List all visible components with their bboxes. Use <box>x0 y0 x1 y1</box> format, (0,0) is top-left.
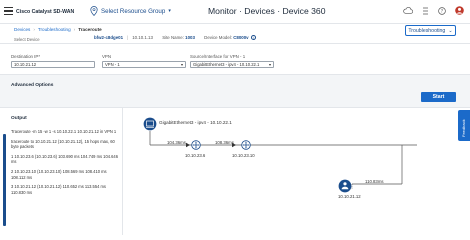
info-icon[interactable]: i <box>250 35 256 41</box>
chevron-down-icon: ▾ <box>180 62 183 67</box>
tasks-icon[interactable] <box>422 7 429 15</box>
advanced-options-panel: Advanced Options Start <box>0 74 470 108</box>
output-panel: Output Traceroute -m 15 -w 1 -s 10.10.22… <box>0 108 123 235</box>
device-info: bfw2-c8dge01 | 10.10.1.13 Site Name: 1003 … <box>94 35 256 41</box>
hop1-latency: 104.36ms <box>167 140 186 145</box>
site-value: 1003 <box>185 35 195 40</box>
select-device-label[interactable]: Select Device <box>14 37 40 42</box>
topology-canvas <box>143 117 417 193</box>
resource-group-selector[interactable]: Select Resource Group ▾ <box>90 6 171 16</box>
chevron-down-icon: ▾ <box>168 8 171 14</box>
user-avatar-icon[interactable] <box>455 6 464 15</box>
cloud-icon[interactable] <box>403 7 413 14</box>
troubleshooting-button[interactable]: Troubleshooting ⌄ <box>405 25 456 36</box>
feedback-label: Feedback <box>461 119 466 137</box>
info-separator <box>157 35 158 40</box>
hop2-ip: 10.10.23.10 <box>232 153 255 158</box>
info-separator: | <box>127 35 129 40</box>
site-label: Site Name: <box>162 35 184 40</box>
output-line: 3 10.10.21.12 (10.10.21.12) 110.652 ms 1… <box>11 184 106 195</box>
breadcrumb-devices[interactable]: Devices <box>14 27 30 32</box>
traceroute-form: Destination IP* 10.10.21.12 VPN VPN - 1 ▾… <box>0 46 470 74</box>
output-line: 2 10.10.23.10 (10.10.23.10) 108.569 ms 1… <box>11 168 107 180</box>
output-text: Traceroute -m 15 -w 1 -s 10.10.22.1 10.1… <box>11 129 118 199</box>
output-title: Output <box>11 116 27 121</box>
device-strip: Devices › Troubleshooting › Traceroute Selec… <box>0 24 470 44</box>
destination-ip: 10.10.21.12 <box>338 194 361 199</box>
output-line: traceroute to 10.10.21.12 (10.10.21.12),… <box>11 138 115 150</box>
model-value: C8000v <box>233 35 249 40</box>
top-icons: ? <box>403 6 464 15</box>
source-interface-label: Source/Interface for VPN - 1 <box>190 54 246 59</box>
destination-host-icon[interactable] <box>338 179 352 193</box>
source-interface-node-label: GigabitEthernet3 - ipv4 - 10.10.22.1 <box>159 120 232 125</box>
hop2-latency: 108.36ms <box>215 140 234 145</box>
model-label: Device Model: <box>204 35 232 40</box>
chevron-down-icon: ▾ <box>268 62 271 67</box>
info-separator <box>199 35 200 40</box>
source-interface-select[interactable]: GigabitEthernet3 - ipv4 - 10.10.22.1 ▾ <box>190 61 274 68</box>
destination-input[interactable]: 10.10.21.12 <box>11 61 95 68</box>
chevron-down-icon: ⌄ <box>448 27 453 34</box>
source-interface-value: GigabitEthernet3 - ipv4 - 10.10.22.1 <box>193 62 260 67</box>
output-line: 1 10.10.23.6 (10.10.23.6) 103.690 ms 104… <box>11 153 118 165</box>
brand-name: Cisco Catalyst SD-WAN <box>16 9 75 15</box>
help-icon[interactable]: ? <box>438 6 446 15</box>
vpn-select[interactable]: VPN - 1 ▾ <box>102 61 186 68</box>
advanced-options-title[interactable]: Advanced Options <box>11 83 53 88</box>
top-bar: Cisco Catalyst SD-WAN Select Resource Gr… <box>0 0 470 24</box>
hop-router-icon[interactable] <box>241 140 251 150</box>
device-name[interactable]: bfw2-c8dge01 <box>94 35 123 40</box>
breadcrumb-troubleshooting[interactable]: Troubleshooting <box>38 27 71 32</box>
device-ip: 10.10.1.13 <box>132 35 153 40</box>
feedback-tab[interactable]: Feedback <box>458 110 470 141</box>
menu-icon[interactable] <box>4 7 13 16</box>
breadcrumb: Devices › Troubleshooting › Traceroute <box>14 27 102 32</box>
destination-label: Destination IP* <box>11 54 41 59</box>
vpn-label: VPN <box>102 54 112 59</box>
breadcrumb-traceroute: Traceroute <box>78 27 102 32</box>
source-router-icon[interactable] <box>143 117 157 131</box>
breadcrumb-separator: › <box>73 27 76 32</box>
start-button[interactable]: Start <box>421 92 456 102</box>
breadcrumb-separator: › <box>33 27 35 32</box>
svg-text:?: ? <box>441 8 444 14</box>
troubleshooting-label: Troubleshooting <box>408 27 446 34</box>
output-scrollbar[interactable] <box>3 134 6 226</box>
hop1-ip: 10.10.23.6 <box>185 153 206 158</box>
destination-latency: 110.83ms <box>365 179 384 184</box>
resource-group-label: Select Resource Group <box>101 7 166 15</box>
output-line: Traceroute -m 15 -w 1 -s 10.10.22.1 10.1… <box>11 129 117 134</box>
hop-router-icon[interactable] <box>191 140 201 150</box>
page-title: Monitor · Devices · Device 360 <box>208 6 326 16</box>
location-pin-icon <box>90 6 98 16</box>
traceroute-topology: GigabitEthernet3 - ipv4 - 10.10.22.1 104… <box>124 108 470 235</box>
vpn-value: VPN - 1 <box>105 62 120 67</box>
